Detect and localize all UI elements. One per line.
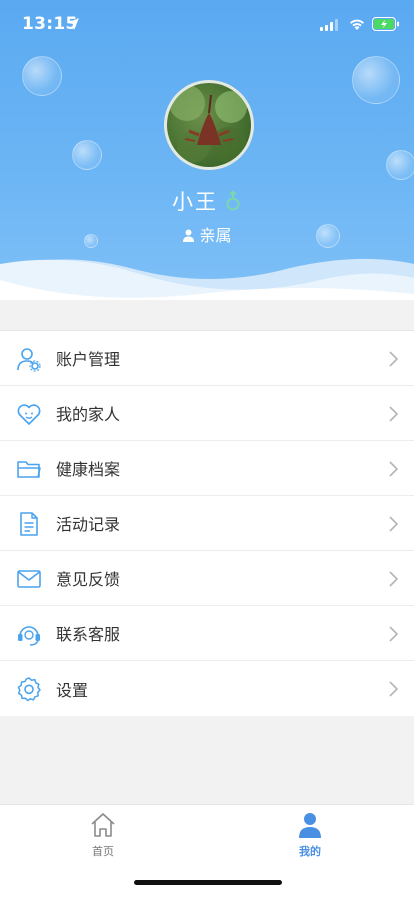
chevron-right-icon xyxy=(389,571,398,587)
chevron-right-icon xyxy=(389,351,398,367)
decor-bubble xyxy=(72,140,102,170)
chevron-right-icon xyxy=(389,516,398,532)
menu-label: 活动记录 xyxy=(56,515,121,534)
wave-decoration xyxy=(0,258,414,300)
battery-icon xyxy=(372,17,399,31)
menu-label: 联系客服 xyxy=(56,625,121,644)
menu-item-feedback[interactable]: 意见反馈 xyxy=(0,551,414,606)
role-label: 亲属 xyxy=(199,226,232,245)
location-arrow-icon xyxy=(67,18,79,30)
menu-label: 健康档案 xyxy=(56,460,121,479)
gear-icon xyxy=(17,677,41,702)
menu-item-settings[interactable]: 设置 xyxy=(0,661,414,716)
chevron-right-icon xyxy=(389,406,398,422)
document-icon xyxy=(20,512,38,536)
decor-bubble xyxy=(22,56,62,96)
menu-label: 账户管理 xyxy=(56,350,121,369)
profile-menu: 账户管理 我的家人 健康档案 活动记录 意见反馈 联系客服 设置 xyxy=(0,330,414,716)
user-name-row: 小王 xyxy=(0,186,414,216)
heart-family-icon xyxy=(17,404,41,425)
profile-header: 13:15 小王 亲属 xyxy=(0,0,414,300)
chevron-right-icon xyxy=(389,681,398,697)
home-indicator xyxy=(134,880,282,885)
role-row: 亲属 xyxy=(0,222,414,246)
mail-icon xyxy=(17,570,41,588)
menu-item-activity-log[interactable]: 活动记录 xyxy=(0,496,414,551)
headset-icon xyxy=(18,626,40,646)
tab-mine[interactable]: 我的 xyxy=(250,811,370,859)
decor-bubble xyxy=(386,150,414,180)
avatar-photo xyxy=(169,85,247,163)
menu-label: 设置 xyxy=(56,680,89,700)
menu-label: 意见反馈 xyxy=(56,570,121,589)
menu-label: 我的家人 xyxy=(56,405,121,424)
signal-icon xyxy=(320,19,338,31)
menu-item-account[interactable]: 账户管理 xyxy=(0,331,414,386)
chevron-right-icon xyxy=(389,461,398,477)
avatar[interactable] xyxy=(164,80,254,170)
menu-item-health-records[interactable]: 健康档案 xyxy=(0,441,414,496)
menu-item-family[interactable]: 我的家人 xyxy=(0,386,414,441)
person-icon xyxy=(183,229,195,242)
user-name: 小王 xyxy=(172,190,218,214)
decor-bubble xyxy=(352,56,400,104)
person-icon xyxy=(299,813,321,838)
status-bar: 13:15 xyxy=(0,0,414,50)
menu-item-customer-service[interactable]: 联系客服 xyxy=(0,606,414,661)
tab-home-label: 首页 xyxy=(92,845,114,858)
wifi-icon xyxy=(350,19,364,30)
tab-home[interactable]: 首页 xyxy=(43,811,163,859)
account-settings-icon xyxy=(17,348,41,372)
home-icon xyxy=(91,813,115,837)
folder-icon xyxy=(17,461,41,478)
male-gender-icon xyxy=(226,190,240,211)
tab-mine-label: 我的 xyxy=(299,845,321,858)
chevron-right-icon xyxy=(389,626,398,642)
